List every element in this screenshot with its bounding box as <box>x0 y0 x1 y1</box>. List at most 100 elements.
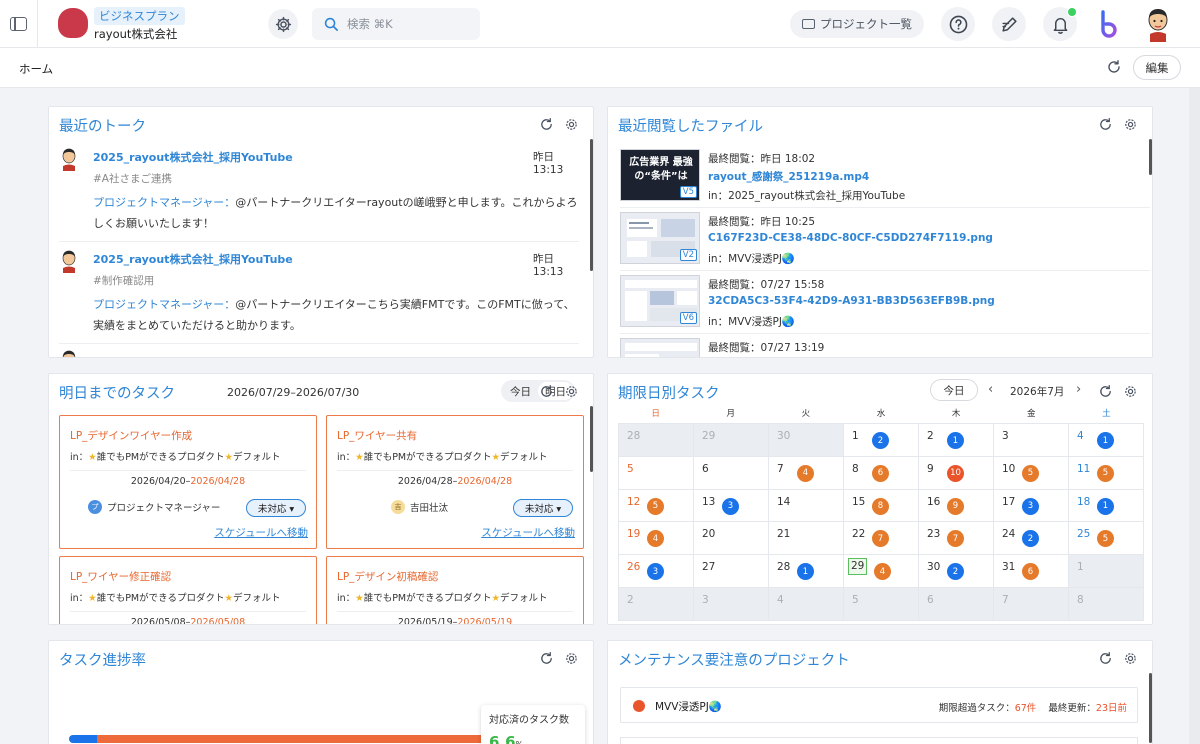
task-count-badge[interactable]: 7 <box>872 530 889 548</box>
calendar-day[interactable]: 21 <box>769 522 844 556</box>
refresh-icon[interactable] <box>539 651 554 666</box>
calendar-day[interactable]: 74 <box>769 456 844 490</box>
calendar-day[interactable]: 2 <box>619 587 694 621</box>
talk-project[interactable]: 2025_rayout株式会社_採用YouTube <box>93 149 293 165</box>
calendar-day[interactable]: 15 8 <box>844 489 919 523</box>
calendar-day[interactable]: 5 <box>844 587 919 621</box>
task-count-badge[interactable]: 3 <box>647 563 664 581</box>
calendar-day[interactable]: 3 <box>994 424 1069 457</box>
help-button[interactable] <box>941 7 975 41</box>
file-thumbnail[interactable]: 広告業界 最強の“条件”は V5 <box>620 149 700 201</box>
calendar-day[interactable]: 20 <box>694 522 769 556</box>
refresh-icon[interactable] <box>539 384 554 399</box>
calendar-day[interactable]: 5 <box>619 456 694 490</box>
task-count-badge[interactable]: 3 <box>1022 497 1039 515</box>
calendar-day[interactable]: 24 2 <box>994 522 1069 556</box>
calendar-today-button[interactable]: 今日 <box>930 379 978 401</box>
workspace-settings-button[interactable] <box>268 9 298 39</box>
calendar-day[interactable]: 9 10 <box>919 456 994 490</box>
calendar-day[interactable]: 29 <box>694 424 769 457</box>
gear-icon[interactable] <box>564 651 579 666</box>
status-dropdown[interactable]: 未対応 ▾ <box>513 499 573 517</box>
task-count-badge[interactable]: 8 <box>872 497 889 515</box>
task-count-badge[interactable]: 4 <box>647 530 664 548</box>
task-count-badge[interactable]: 7 <box>947 530 964 548</box>
calendar-day[interactable]: 10 5 <box>994 456 1069 490</box>
calendar-day[interactable]: 28 1 <box>769 555 844 588</box>
calendar-day[interactable]: 14 <box>769 489 844 523</box>
talk-project[interactable]: 2025_rayout株式会社_採用YouTube <box>93 251 293 267</box>
progress-segment[interactable] <box>96 735 538 743</box>
file-thumbnail[interactable]: V6 <box>620 275 700 327</box>
task-card[interactable]: LP_デザイン初稿確認 in：★誰でもPMができるプロダクト★デフォルト 202… <box>326 556 584 624</box>
gear-icon[interactable] <box>564 117 579 132</box>
calendar-day[interactable]: 21 <box>919 424 994 457</box>
task-count-badge[interactable]: 6 <box>872 464 889 482</box>
task-count-badge[interactable]: 5 <box>647 497 664 515</box>
calendar-day[interactable]: 30 2 <box>919 555 994 588</box>
calendar-day[interactable]: 19 4 <box>619 522 694 556</box>
company-logo[interactable] <box>58 8 88 38</box>
calendar-day[interactable]: 22 7 <box>844 522 919 556</box>
calendar-day[interactable]: 25 5 <box>1069 522 1144 556</box>
project-list-button[interactable]: プロジェクト一覧 <box>790 10 924 38</box>
notifications-button[interactable] <box>1043 7 1077 41</box>
calendar-day[interactable]: 41 <box>1069 424 1144 457</box>
task-count-badge[interactable]: 1 <box>1097 497 1114 515</box>
refresh-icon[interactable] <box>1106 59 1122 75</box>
company-name[interactable]: rayout株式会社 <box>94 26 177 42</box>
calendar-day[interactable]: 26 3 <box>619 555 694 588</box>
calendar-day[interactable]: 6 <box>694 456 769 490</box>
breadcrumb[interactable]: ホーム <box>19 61 53 77</box>
gear-icon[interactable] <box>1123 117 1138 132</box>
search-box[interactable]: 検索 ⌘K <box>312 8 480 40</box>
calendar-day[interactable]: 12 5 <box>619 489 694 523</box>
calendar-day[interactable]: 27 <box>694 555 769 588</box>
calendar-day[interactable]: 7 <box>994 587 1069 621</box>
file-item[interactable]: V2 最終閲覧：昨日 10:25 C167F23D-CE38-48DC-80CF… <box>620 212 1150 272</box>
file-name[interactable]: C167F23D-CE38-48DC-80CF-C5DD274F7119.png <box>708 232 993 244</box>
task-count-badge[interactable]: 3 <box>722 497 739 515</box>
task-count-badge[interactable]: 2 <box>872 432 889 449</box>
calendar-day[interactable]: 6 <box>919 587 994 621</box>
file-name[interactable]: rayout_感謝祭_251219a.mp4 <box>708 169 869 184</box>
gear-icon[interactable] <box>564 384 579 399</box>
talks-scrollbar[interactable] <box>590 139 593 271</box>
talk-item[interactable]: 2025_rayout株式会社_採用YouTube 昨日 13:13 #A社さま… <box>59 147 579 239</box>
calendar-day[interactable]: 31 6 <box>994 555 1069 588</box>
calendar-day[interactable]: 86 <box>844 456 919 490</box>
refresh-icon[interactable] <box>1098 117 1113 132</box>
memo-button[interactable] <box>992 7 1026 41</box>
calendar-day[interactable]: 29 4 <box>844 555 919 588</box>
task-count-badge[interactable]: 1 <box>797 563 814 581</box>
task-count-badge[interactable]: 2 <box>1022 530 1039 548</box>
calendar-day[interactable]: 3 <box>694 587 769 621</box>
maintenance-scrollbar[interactable] <box>1149 673 1152 743</box>
task-card[interactable]: LP_ワイヤー修正確認 in：★誰でもPMができるプロダクト★デフォルト 202… <box>59 556 317 624</box>
user-avatar[interactable] <box>1143 6 1173 42</box>
page-scrollbar[interactable] <box>1189 88 1200 744</box>
b-app-icon[interactable] <box>1098 10 1120 38</box>
task-count-badge[interactable]: 1 <box>1097 432 1114 449</box>
task-title[interactable]: LP_デザイン初稿確認 <box>337 569 438 584</box>
refresh-icon[interactable] <box>1098 384 1113 399</box>
task-count-badge[interactable]: 10 <box>947 464 964 482</box>
progress-segment[interactable] <box>69 735 97 743</box>
calendar-day[interactable]: 4 <box>769 587 844 621</box>
maintenance-project-name[interactable]: MVV浸透PJ🌏 <box>655 699 722 714</box>
task-count-badge[interactable]: 5 <box>1097 464 1114 482</box>
calendar-day[interactable]: 18 1 <box>1069 489 1144 523</box>
calendar-day[interactable]: 28 <box>619 424 694 457</box>
calendar-day[interactable]: 8 <box>1069 587 1144 621</box>
file-thumbnail[interactable] <box>620 338 700 357</box>
file-thumbnail[interactable]: V2 <box>620 212 700 264</box>
calendar-day[interactable]: 16 9 <box>919 489 994 523</box>
task-card[interactable]: LP_ワイヤー共有 in：★誰でもPMができるプロダクト★デフォルト 2026/… <box>326 415 584 549</box>
calendar-day[interactable]: 30 <box>769 424 844 457</box>
sidebar-toggle-button[interactable] <box>0 0 38 48</box>
file-item[interactable]: 最終閲覧：07/27 13:19 <box>620 338 1150 357</box>
task-count-badge[interactable]: 5 <box>1022 464 1039 482</box>
task-card[interactable]: LP_デザインワイヤー作成 in：★誰でもPMができるプロダクト★デフォルト 2… <box>59 415 317 549</box>
maintenance-project-row[interactable] <box>620 737 1138 744</box>
calendar-day[interactable]: 12 <box>844 424 919 457</box>
